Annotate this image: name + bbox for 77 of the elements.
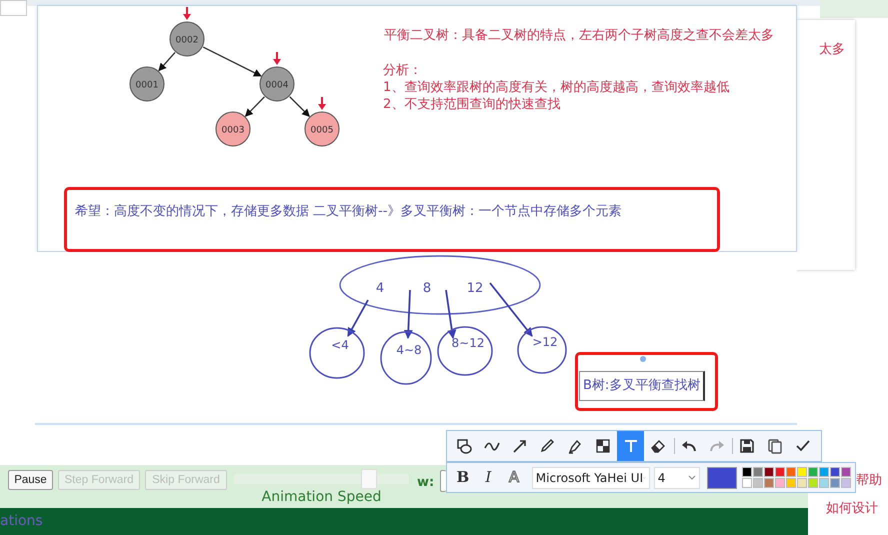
shape-icon [456,438,472,454]
copy-icon [766,438,783,454]
color-swatch[interactable] [786,478,796,488]
color-swatch[interactable] [753,478,764,488]
color-swatch[interactable] [742,478,752,488]
check-icon [794,438,811,454]
text-box[interactable]: B树:多叉平衡查找树 [579,371,706,400]
arrow-icon [512,438,528,454]
annotation-text: 希望：高度不变的情况下，存储更多数据 二叉平衡树--》多叉平衡树：一个节点中存储多个元素 [75,203,622,221]
analysis-line: 分析： [383,62,422,79]
header-strip [820,0,888,18]
analysis-line: 1、查询效率跟树的高度有关，树的高度越高，查询效率越低 [383,79,730,96]
size-select[interactable]: 4 [654,466,700,488]
slider-thumb[interactable] [360,469,377,489]
color-swatch[interactable] [775,467,786,477]
drawn-arrow [347,300,369,337]
color-swatch[interactable] [742,467,752,477]
color-swatch[interactable] [841,467,852,477]
undo-icon [680,438,697,454]
side-note: 如何设计 [826,500,878,518]
color-swatch[interactable] [808,478,818,488]
key-label: 8 [422,281,432,296]
drawn-arrow [445,290,456,339]
speed-label: Animation Speed [262,488,382,507]
tree-node: 0005 [304,112,340,146]
tree-edge [202,46,262,77]
redo-icon [708,438,725,454]
color-swatch[interactable] [786,467,796,477]
font-select[interactable]: Microsoft YaHei UI [532,466,650,488]
range-node: <4 [309,327,365,379]
tree-node: 0004 [260,66,294,102]
tree-edge [289,96,310,117]
color-swatch[interactable] [841,478,852,488]
color-swatch[interactable] [764,467,774,477]
footer-text: ations [0,512,44,531]
italic-button[interactable]: I [476,464,500,490]
drawn-arrow [489,282,533,337]
w-field[interactable] [440,470,446,492]
text-icon [622,438,639,454]
color-swatch[interactable] [753,467,764,477]
bold-button[interactable]: B [451,464,475,490]
color-swatch[interactable] [797,467,808,477]
chevron-icon [688,474,696,480]
color-swatch[interactable] [808,467,818,477]
text-button[interactable] [617,431,644,461]
tree-node: 0002 [170,22,204,56]
color-swatch[interactable] [764,478,774,488]
control-button[interactable]: Pause [8,470,53,490]
eraser-icon [650,438,666,454]
color-swatch[interactable] [830,478,840,488]
range-node: >12 [517,326,567,374]
save-icon [739,438,756,454]
color-swatch[interactable] [830,467,840,477]
tree-node: 0003 [216,112,250,146]
pencil-icon [539,438,556,454]
current-color-swatch[interactable] [706,466,738,488]
resize-handle[interactable] [640,356,646,362]
color-swatch[interactable] [775,478,786,488]
tree-node: 0001 [130,66,164,102]
range-node: 4~8 [380,331,432,385]
page-box [0,0,27,16]
range-node: 8~12 [437,326,493,376]
w-label: w: [417,474,434,492]
slide-title: 平衡二叉树：具备二叉树的特点，左右两个子树高度之查不会差太多 [384,27,774,44]
tree-edge [158,52,176,72]
color-swatch[interactable] [819,478,830,488]
panel-text: 太多 [819,41,845,59]
color-swatch[interactable] [797,478,808,488]
color-swatch[interactable] [819,467,830,477]
side-note: 帮助 [856,472,882,490]
analysis-line: 2、不支持范围查询的快速查找 [383,96,560,113]
drawn-arrow [404,290,413,339]
key-label: 4 [376,281,384,296]
mosaic-icon [594,438,611,454]
key-label: 12 [466,281,484,296]
tree-edge [244,96,265,117]
marker-icon [567,438,584,454]
